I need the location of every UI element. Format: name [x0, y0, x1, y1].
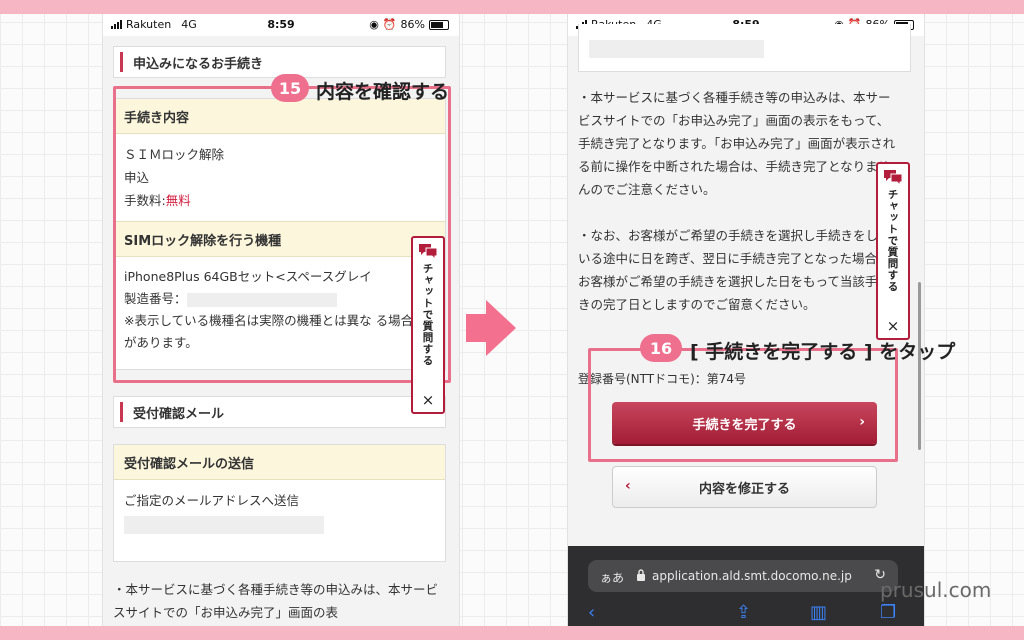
mail-text: ご指定のメールアドレスへ送信 — [124, 493, 300, 508]
highlight-frame-16 — [588, 348, 898, 462]
notice-paragraph-2: ・なお、お客様がご希望の手続きを選択し手続きをしている途中に日を跨ぎ、翌日に手続… — [578, 228, 891, 312]
chat-tab[interactable]: チャットで質問する × — [876, 162, 910, 340]
section-accent-bar — [120, 402, 123, 422]
section-header-procedure: 申込みになるお手続き — [113, 46, 446, 78]
section-title: 受付確認メール — [133, 406, 225, 422]
button-label: 内容を修正する — [698, 481, 790, 497]
notice-paragraph-1: ・本サービスに基づく各種手続き等の申込みは、本サービスサイトでの「お申込み完了」… — [578, 90, 896, 197]
status-bar: Rakuten 4G 8:59 ◉ ⏰ 86% — [103, 14, 459, 36]
browser-toolbar: ぁあ application.ald.smt.docomo.ne.jp ↻ ‹ … — [568, 546, 924, 626]
share-icon[interactable]: ⇪ — [736, 602, 751, 623]
email-redacted — [589, 39, 764, 58]
mail-header: 受付確認メールの送信 — [114, 445, 445, 480]
status-right: ◉ ⏰ 86% — [369, 18, 449, 31]
watermark: prusul.com — [880, 578, 992, 602]
section-accent-bar — [120, 52, 123, 72]
phone-screenshot-right: Rakuten 4G 8:59 ◉ ⏰ 86% ・本サービスに基づく各種手続き等… — [567, 14, 925, 626]
chevron-left-icon: ‹ — [625, 478, 631, 494]
lock-rotation-icon: ◉ — [369, 18, 379, 31]
mail-box-tail — [578, 24, 911, 72]
top-band — [0, 0, 1024, 14]
step-badge-15: 15 — [271, 74, 309, 102]
mail-box: 受付確認メールの送信 ご指定のメールアドレスへ送信 — [113, 444, 446, 562]
callout-15-text: 内容を確認する — [316, 81, 450, 103]
tabs-icon[interactable]: ❐ — [880, 602, 896, 623]
url-text: application.ald.smt.docomo.ne.jp — [652, 569, 852, 583]
bookmarks-icon[interactable]: ▥ — [810, 602, 827, 623]
back-icon[interactable]: ‹ — [588, 602, 595, 623]
phone-screenshot-left: Rakuten 4G 8:59 ◉ ⏰ 86% 申込みになるお手続き 手続き内容… — [102, 14, 460, 626]
lock-icon — [637, 569, 645, 581]
scrollbar[interactable] — [918, 282, 921, 450]
battery-icon — [429, 19, 449, 30]
bottom-band — [0, 626, 1024, 640]
chat-label: チャットで質問する — [886, 189, 899, 293]
reader-options-button[interactable]: ぁあ — [600, 569, 624, 586]
section-header-mail: 受付確認メール — [113, 396, 446, 428]
mail-body: ご指定のメールアドレスへ送信 — [114, 480, 445, 544]
chat-bubble-icon — [884, 170, 903, 186]
chat-tab[interactable]: チャットで質問する × — [411, 236, 445, 414]
address-bar[interactable]: ぁあ application.ald.smt.docomo.ne.jp ↻ — [588, 560, 898, 592]
next-arrow-stem — [466, 314, 488, 342]
chat-bubble-icon — [419, 244, 438, 260]
notice-text: ・本サービスに基づく各種手続き等の申込みは、本サービスサイトでの「お申込み完了」… — [113, 582, 439, 620]
mail-row — [124, 512, 435, 535]
email-redacted — [124, 515, 324, 534]
chat-label: チャットで質問する — [421, 263, 434, 367]
close-icon[interactable]: × — [878, 317, 908, 335]
mail-row — [579, 24, 910, 72]
modify-content-button[interactable]: ‹ 内容を修正する — [612, 466, 877, 508]
next-arrow-icon — [486, 300, 516, 356]
alarm-icon: ⏰ — [382, 18, 397, 31]
close-icon[interactable]: × — [413, 391, 443, 409]
callout-16-text: [ 手続きを完了する ] をタップ — [690, 341, 956, 363]
highlight-frame-15 — [113, 86, 451, 383]
battery-percent: 86% — [400, 18, 425, 31]
step-badge-16: 16 — [640, 334, 682, 362]
section-title: 申込みになるお手続き — [133, 56, 264, 72]
